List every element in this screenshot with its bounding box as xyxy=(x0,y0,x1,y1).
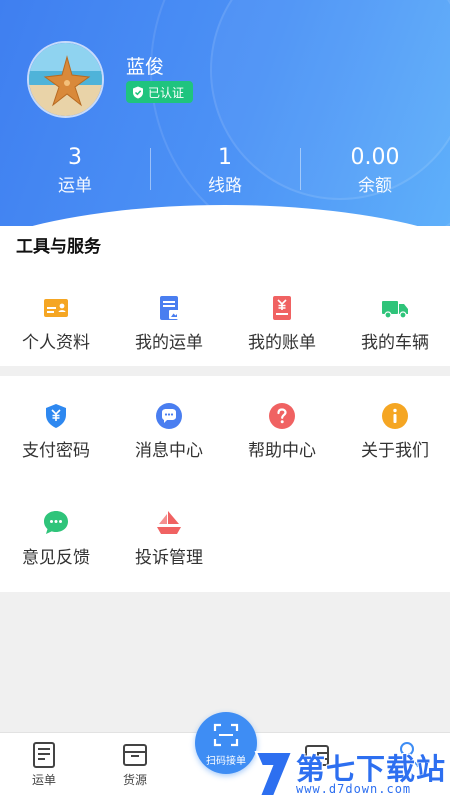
starfish-avatar-icon xyxy=(29,43,102,116)
grid-item-my-vehicle[interactable]: 我的车辆 xyxy=(339,294,450,353)
grid-item-label: 投诉管理 xyxy=(135,548,203,568)
section-title: 工具与服务 xyxy=(16,237,101,257)
grid-item-message-center[interactable]: 消息中心 xyxy=(113,402,225,461)
help-icon xyxy=(268,402,296,430)
grid-item-label: 帮助中心 xyxy=(248,441,316,461)
stat-value: 1 xyxy=(218,145,232,170)
waybill-nav-icon xyxy=(31,741,57,769)
grid-item-label: 个人资料 xyxy=(22,333,90,353)
grid-item-label: 我的车辆 xyxy=(361,333,429,353)
stat-balance[interactable]: 0.00 余额 xyxy=(300,142,450,204)
info-icon xyxy=(381,402,409,430)
grid-item-label: 消息中心 xyxy=(135,441,203,461)
tools-section: 工具与服务 个人资料 我的运单 我的账单 我的车辆 xyxy=(0,226,450,366)
scan-accept-order-button[interactable]: 扫码接单 xyxy=(195,712,257,774)
verified-badge: 已认证 xyxy=(126,81,194,103)
grid-item-my-bill[interactable]: 我的账单 xyxy=(226,294,338,353)
grid-item-profile[interactable]: 个人资料 xyxy=(0,294,112,353)
scan-button-label: 扫码接单 xyxy=(206,756,246,767)
stat-value: 0.00 xyxy=(350,145,400,170)
grid-item-feedback[interactable]: 意见反馈 xyxy=(0,509,112,568)
grid-item-my-waybill[interactable]: 我的运单 xyxy=(113,294,225,353)
cargo-box-icon xyxy=(122,741,148,769)
grid-item-about-us[interactable]: 关于我们 xyxy=(339,402,450,461)
stat-label: 余额 xyxy=(358,176,392,196)
grid-item-label: 我的账单 xyxy=(248,333,316,353)
nav-label: 货源 xyxy=(122,773,147,787)
stat-value: 3 xyxy=(68,145,82,170)
grid-item-complaint[interactable]: 投诉管理 xyxy=(113,509,225,568)
waybill-icon xyxy=(155,294,183,322)
nav-label: 运单 xyxy=(31,773,56,787)
truck-icon xyxy=(381,294,409,322)
watermark-url: www.d7down.com xyxy=(296,782,412,796)
message-icon xyxy=(155,402,183,430)
grid-item-help-center[interactable]: 帮助中心 xyxy=(226,402,338,461)
grid-item-label: 我的运单 xyxy=(135,333,203,353)
stats-row: 3 运单 1 线路 0.00 余额 xyxy=(0,142,450,204)
complaint-icon xyxy=(155,509,183,537)
pay-password-icon xyxy=(42,402,70,430)
feedback-icon xyxy=(42,509,70,537)
bill-icon xyxy=(268,294,296,322)
grid-item-label: 意见反馈 xyxy=(22,548,90,568)
avatar[interactable] xyxy=(27,41,104,118)
stat-route[interactable]: 1 线路 xyxy=(150,142,300,204)
id-card-icon xyxy=(42,294,70,322)
watermark: 第七下载站 www.d7down.com xyxy=(252,746,450,800)
watermark-logo-icon xyxy=(254,751,294,797)
services-section: 支付密码 消息中心 帮助中心 关于我们 意见反馈 投诉管理 xyxy=(0,376,450,592)
scan-icon xyxy=(213,723,239,747)
user-name: 蓝俊 xyxy=(126,56,165,78)
grid-item-pay-password[interactable]: 支付密码 xyxy=(0,402,112,461)
stat-label: 运单 xyxy=(58,176,92,196)
nav-cargo-source[interactable]: 货源 xyxy=(100,741,170,788)
grid-item-label: 关于我们 xyxy=(361,441,429,461)
stat-label: 线路 xyxy=(208,176,242,196)
verified-label: 已认证 xyxy=(148,85,185,100)
stat-waybill[interactable]: 3 运单 xyxy=(0,142,150,204)
profile-header: 蓝俊 已认证 3 运单 1 线路 0.00 余额 xyxy=(0,0,450,226)
grid-item-label: 支付密码 xyxy=(22,441,90,461)
shield-check-icon xyxy=(133,86,143,98)
nav-waybill[interactable]: 运单 xyxy=(9,741,79,788)
